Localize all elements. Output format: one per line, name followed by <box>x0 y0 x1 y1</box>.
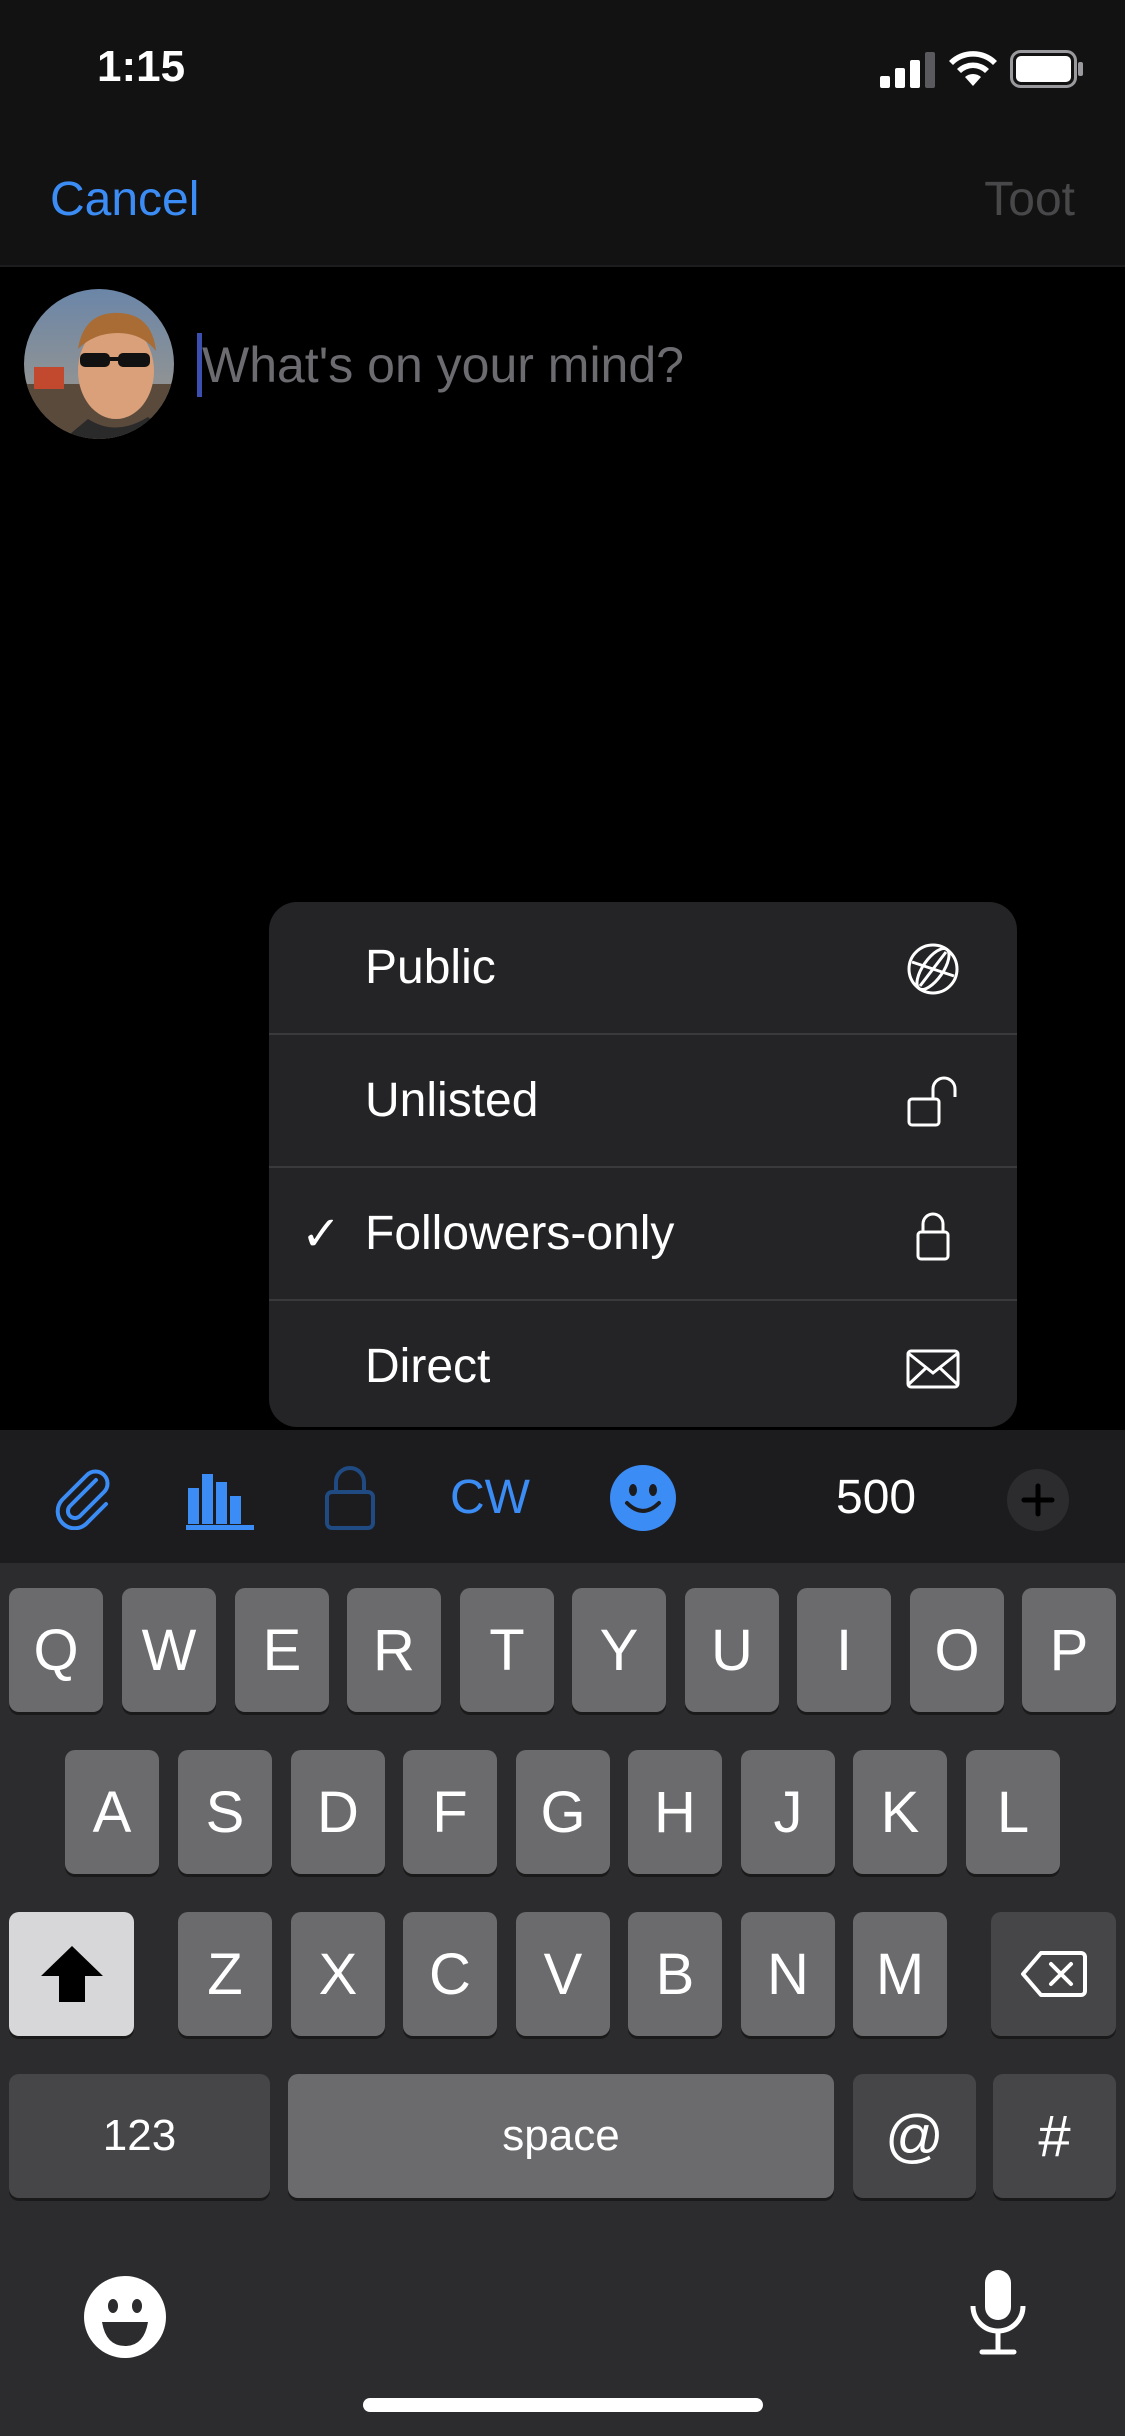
content-warning-button[interactable]: CW <box>450 1470 530 1525</box>
key-o[interactable]: O <box>910 1588 1004 1712</box>
key-q[interactable]: Q <box>9 1588 103 1712</box>
menu-item-followers-only[interactable]: ✓ Followers-only <box>269 1168 1017 1299</box>
character-count: 500 <box>836 1471 917 1524</box>
key-v[interactable]: V <box>516 1912 610 2036</box>
key-e[interactable]: E <box>235 1588 329 1712</box>
add-icon[interactable] <box>1007 1469 1069 1531</box>
space-key[interactable]: space <box>288 2074 834 2198</box>
menu-item-label: Direct <box>365 1340 491 1393</box>
key-j[interactable]: J <box>741 1750 835 1874</box>
menu-item-direct[interactable]: Direct <box>269 1301 1017 1427</box>
menu-item-public[interactable]: Public <box>269 902 1017 1033</box>
home-indicator[interactable] <box>363 2398 763 2412</box>
toot-button[interactable]: Toot <box>984 172 1075 227</box>
battery-icon <box>1010 50 1083 88</box>
key-p[interactable]: P <box>1022 1588 1116 1712</box>
lock-icon <box>916 1212 950 1261</box>
emoji-keyboard-icon[interactable] <box>84 2276 166 2358</box>
key-x[interactable]: X <box>291 1912 385 2036</box>
checkmark-icon: ✓ <box>301 1208 342 1261</box>
visibility-menu: Public Unlisted ✓ Followers-only Direct <box>269 902 1017 1427</box>
menu-item-label: Unlisted <box>365 1074 539 1127</box>
numbers-key[interactable]: 123 <box>9 2074 270 2198</box>
key-y[interactable]: Y <box>572 1588 666 1712</box>
key-g[interactable]: G <box>516 1750 610 1874</box>
hash-key[interactable]: # <box>993 2074 1116 2198</box>
key-w[interactable]: W <box>122 1588 216 1712</box>
lock-icon[interactable] <box>324 1464 376 1530</box>
shift-icon <box>40 1946 103 2002</box>
globe-icon <box>907 943 959 995</box>
key-a[interactable]: A <box>65 1750 159 1874</box>
status-time: 1:15 <box>97 42 186 91</box>
key-k[interactable]: K <box>853 1750 947 1874</box>
emoji-icon[interactable] <box>610 1465 676 1531</box>
key-z[interactable]: Z <box>178 1912 272 2036</box>
wifi-icon <box>949 51 997 86</box>
key-u[interactable]: U <box>685 1588 779 1712</box>
key-d[interactable]: D <box>291 1750 385 1874</box>
compose-input[interactable]: What's on your mind? <box>202 336 684 394</box>
unlocked-icon <box>907 1076 957 1127</box>
at-key[interactable]: @ <box>853 2074 976 2198</box>
poll-icon[interactable] <box>186 1470 254 1530</box>
shift-key[interactable] <box>9 1912 134 2036</box>
key-s[interactable]: S <box>178 1750 272 1874</box>
paperclip-icon[interactable] <box>52 1466 116 1530</box>
key-h[interactable]: H <box>628 1750 722 1874</box>
menu-item-label: Public <box>365 941 496 994</box>
key-m[interactable]: M <box>853 1912 947 2036</box>
key-n[interactable]: N <box>741 1912 835 2036</box>
avatar <box>24 289 174 439</box>
cellular-signal-icon <box>880 52 935 88</box>
key-t[interactable]: T <box>460 1588 554 1712</box>
key-l[interactable]: L <box>966 1750 1060 1874</box>
microphone-icon[interactable] <box>968 2268 1028 2358</box>
delete-key[interactable] <box>991 1912 1116 2036</box>
menu-item-unlisted[interactable]: Unlisted <box>269 1035 1017 1166</box>
compose-toolbar <box>0 1430 1125 1563</box>
key-r[interactable]: R <box>347 1588 441 1712</box>
key-f[interactable]: F <box>403 1750 497 1874</box>
envelope-icon <box>906 1349 960 1389</box>
cancel-button[interactable]: Cancel <box>50 172 199 227</box>
key-c[interactable]: C <box>403 1912 497 2036</box>
menu-item-label: Followers-only <box>365 1207 675 1260</box>
key-b[interactable]: B <box>628 1912 722 2036</box>
delete-icon <box>1020 1951 1087 1997</box>
key-i[interactable]: I <box>797 1588 891 1712</box>
